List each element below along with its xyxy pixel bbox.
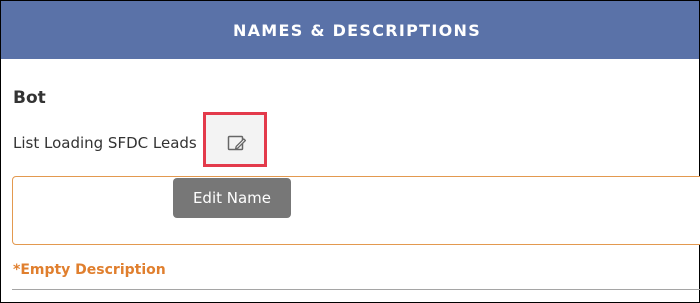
description-input[interactable]: [12, 176, 700, 245]
section-title: Bot: [13, 88, 46, 108]
empty-description-label: *Empty Description: [13, 262, 166, 278]
edit-name-tooltip: Edit Name: [173, 178, 291, 218]
edit-name-button[interactable]: [203, 112, 267, 167]
divider: [12, 289, 700, 290]
bot-name: List Loading SFDC Leads: [13, 134, 197, 152]
edit-square-icon: [227, 135, 247, 151]
header-title: NAMES & DESCRIPTIONS: [232, 20, 482, 40]
page-header: NAMES & DESCRIPTIONS: [1, 1, 699, 59]
